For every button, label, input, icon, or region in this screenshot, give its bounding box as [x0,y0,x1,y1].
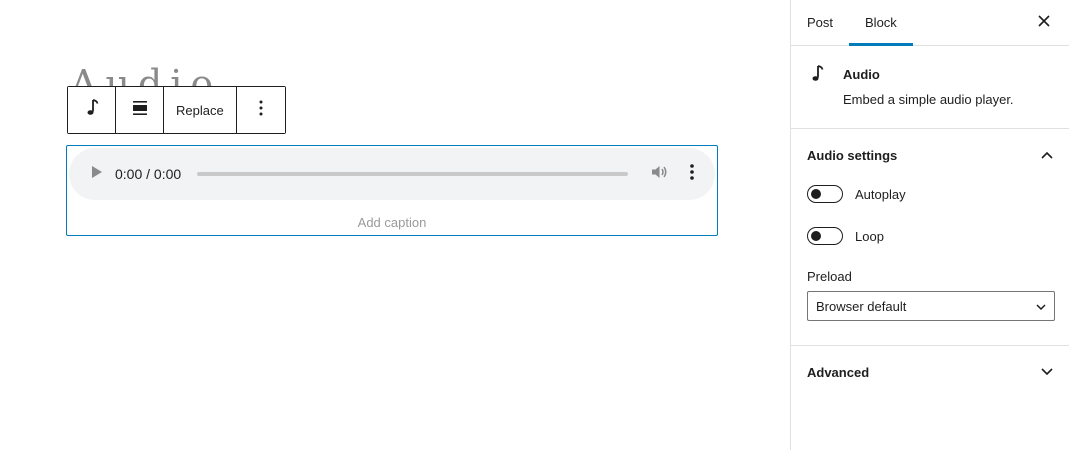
align-button[interactable] [116,87,164,133]
loop-toggle[interactable] [807,227,843,245]
audio-player: 0:00 / 0:00 [69,148,715,200]
autoplay-label: Autoplay [855,186,906,202]
loop-label: Loop [855,228,884,244]
audio-settings-body: Autoplay Loop Preload Browser default [791,173,1069,345]
caption-placeholder[interactable]: Add caption [67,215,717,230]
vertical-ellipsis-icon [690,163,694,185]
block-card-description: Embed a simple audio player. [843,92,1014,107]
editor-canvas: Audio Replace 0:00 / 0:00 Add caption [0,0,790,450]
align-center-icon [131,99,149,122]
chevron-down-icon [1036,297,1046,315]
autoplay-row: Autoplay [807,173,1053,215]
panel-title: Audio settings [807,147,898,163]
close-sidebar-button[interactable] [1033,12,1055,34]
close-icon [1038,14,1050,32]
audio-block[interactable]: 0:00 / 0:00 Add caption [66,145,718,236]
music-note-icon [809,64,825,89]
advanced-toggle[interactable]: Advanced [791,346,1069,398]
volume-button[interactable] [648,162,672,186]
toggle-knob [811,189,821,199]
block-card: Audio Embed a simple audio player. [791,46,1069,129]
settings-sidebar: Post Block Audio Embed a simple audio pl… [790,0,1069,450]
tab-block[interactable]: Block [849,0,913,46]
loop-row: Loop [807,215,1053,257]
play-button[interactable] [87,164,107,184]
chevron-up-icon [1041,146,1053,164]
volume-icon [652,165,668,184]
sidebar-tabs: Post Block [791,0,1069,46]
audio-menu-button[interactable] [680,162,704,186]
replace-button[interactable]: Replace [164,87,237,133]
tab-post[interactable]: Post [791,0,849,45]
preload-label: Preload [807,269,852,284]
preload-select[interactable]: Browser default [807,291,1055,321]
chevron-down-icon [1041,363,1053,381]
music-note-icon [84,98,100,123]
block-card-title: Audio [843,67,880,82]
preload-select-value: Browser default [816,298,907,314]
block-title-partial: Audio [70,62,222,88]
toggle-knob [811,231,821,241]
audio-settings-panel: Audio settings Autoplay Loop Preload Bro… [791,129,1069,346]
panel-title: Advanced [807,364,870,380]
block-type-button[interactable] [68,87,116,133]
advanced-panel: Advanced [791,346,1069,398]
play-icon [92,165,102,183]
vertical-ellipsis-icon [259,100,263,121]
more-options-button[interactable] [236,87,285,133]
autoplay-toggle[interactable] [807,185,843,203]
time-display: 0:00 / 0:00 [115,166,182,182]
block-toolbar: Replace [67,86,286,134]
progress-bar[interactable] [197,172,629,176]
